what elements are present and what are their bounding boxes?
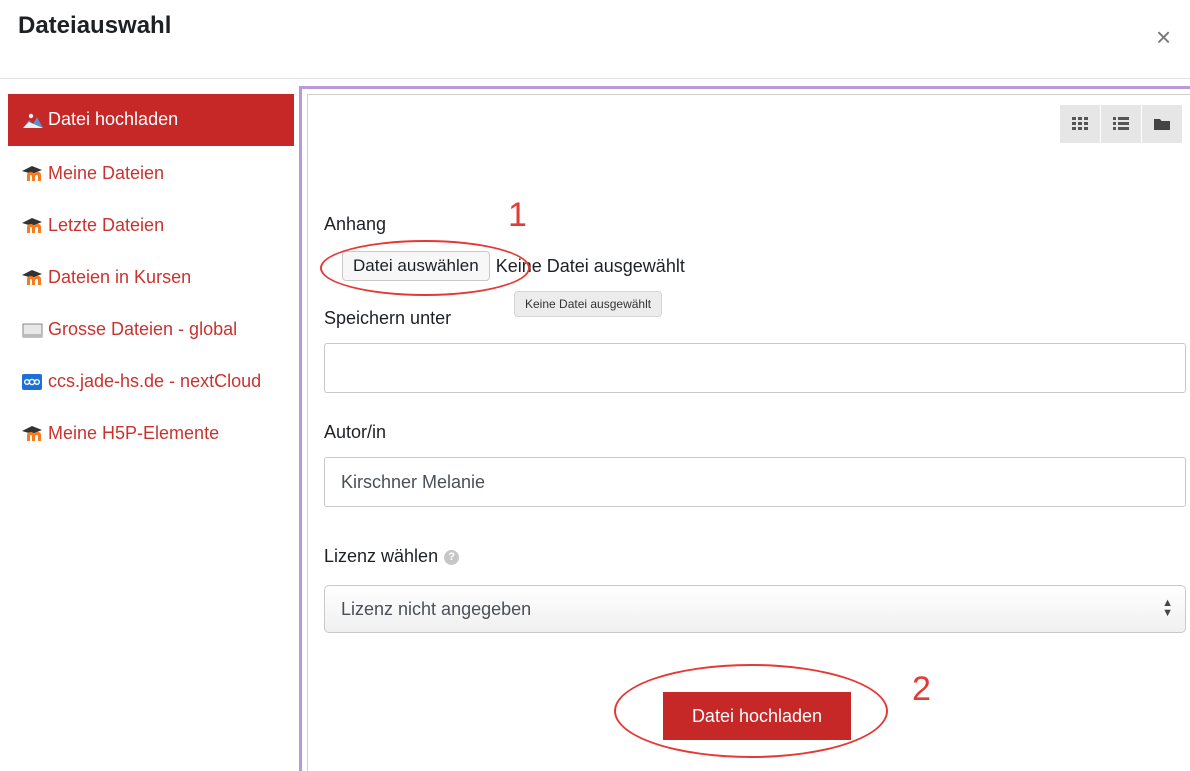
folder-view-icon[interactable] [1142, 105, 1182, 143]
nextcloud-icon [22, 372, 44, 390]
sidebar-item-recent-files[interactable]: Letzte Dateien [8, 198, 294, 250]
sidebar-item-course-files[interactable]: Dateien in Kursen [8, 250, 294, 302]
upload-form: Anhang Datei auswählen Keine Datei ausge… [324, 211, 1190, 633]
moodle-logo-icon [22, 164, 44, 182]
annotation-number-2: 2 [912, 670, 931, 708]
attachment-label: Anhang [324, 214, 387, 234]
author-input[interactable] [324, 457, 1186, 507]
sidebar-item-label: Meine Dateien [48, 163, 165, 183]
repository-sidebar: Datei hochladen Meine Dateien Letzte Dat… [8, 94, 294, 458]
grid-view-icon[interactable] [1060, 105, 1101, 143]
sidebar-item-upload[interactable]: Datei hochladen [8, 94, 294, 146]
sidebar-item-label: Dateien in Kursen [48, 267, 192, 287]
sidebar-item-label: ccs.jade-hs.de - nextCloud [48, 371, 262, 391]
file-system-icon [22, 320, 44, 338]
moodle-logo-icon [22, 268, 44, 286]
author-label: Autor/in [324, 422, 387, 442]
upload-pane-inner: Anhang Datei auswählen Keine Datei ausge… [307, 94, 1190, 771]
view-toggle-group [1060, 105, 1182, 143]
sidebar-item-label: Grosse Dateien - global [48, 319, 238, 339]
sidebar-item-my-files[interactable]: Meine Dateien [8, 146, 294, 198]
moodle-logo-icon [22, 424, 44, 442]
sidebar-item-label: Datei hochladen [48, 109, 179, 129]
moodle-logo-icon [22, 216, 44, 234]
license-selected-value: Lizenz nicht angegeben [341, 598, 532, 619]
select-arrows-icon: ▲ ▼ [1162, 597, 1173, 619]
close-icon[interactable]: × [1156, 24, 1171, 50]
file-status-text: Keine Datei ausgewählt [495, 255, 685, 276]
help-icon[interactable]: ? [444, 549, 460, 565]
sidebar-item-large-files[interactable]: Grosse Dateien - global [8, 302, 294, 354]
save-as-input[interactable] [324, 343, 1186, 393]
sidebar-item-nextcloud[interactable]: ccs.jade-hs.de - nextCloud [8, 354, 294, 406]
annotation-number-1: 1 [508, 196, 527, 234]
license-label: Lizenz wählen [324, 546, 439, 566]
sidebar-item-label: Letzte Dateien [48, 215, 165, 235]
list-view-icon[interactable] [1101, 105, 1142, 143]
upload-icon [22, 110, 44, 128]
sidebar-item-label: Meine H5P-Elemente [48, 423, 220, 443]
license-label-row: Lizenz wählen? [324, 543, 1190, 569]
dialog-title: Dateiauswahl [18, 12, 172, 39]
license-select[interactable]: Lizenz nicht angegeben ▲ ▼ [324, 585, 1186, 633]
upload-file-button[interactable]: Datei hochladen [663, 692, 851, 740]
file-picker-row: Datei auswählen Keine Datei ausgewählt K… [324, 249, 1190, 317]
header-divider [0, 78, 1190, 79]
choose-file-button[interactable]: Datei auswählen [342, 251, 490, 281]
upload-pane: Anhang Datei auswählen Keine Datei ausge… [299, 86, 1190, 771]
file-status-tooltip: Keine Datei ausgewählt [514, 291, 663, 317]
save-as-label: Speichern unter [324, 308, 452, 328]
sidebar-item-h5p[interactable]: Meine H5P-Elemente [8, 406, 294, 458]
